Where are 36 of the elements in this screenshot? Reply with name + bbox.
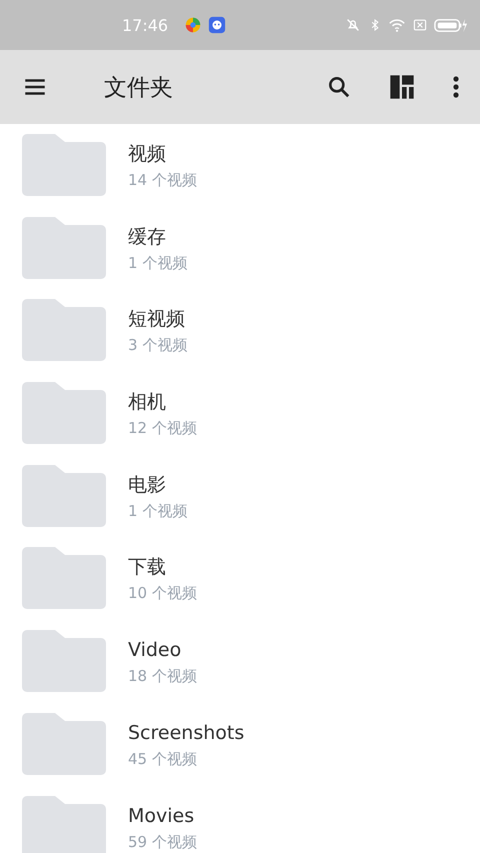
folder-icon — [22, 796, 106, 853]
search-icon — [326, 74, 352, 100]
folder-icon — [22, 299, 106, 362]
folder-name[interactable]: 相机 — [128, 390, 197, 414]
video-count: 59 个视频 — [128, 832, 197, 852]
toolbar-title: 文件夹 — [104, 74, 173, 102]
folder-name[interactable]: 电影 — [128, 472, 188, 497]
folder-name[interactable]: Movies — [128, 804, 197, 828]
folder-icon — [22, 712, 106, 775]
folder-icon — [22, 630, 106, 692]
folder-icon — [22, 382, 106, 444]
app-icon — [184, 16, 202, 34]
folder-name[interactable]: Screenshots — [128, 720, 244, 745]
video-count: 1 个视频 — [128, 500, 188, 521]
video-count: 45 个视频 — [128, 748, 198, 769]
folder-icon — [22, 134, 106, 196]
video-count: 1 个视频 — [128, 252, 188, 273]
more-vertical-icon — [452, 74, 460, 100]
folder-name[interactable]: 下载 — [128, 555, 197, 580]
folder-name[interactable]: 短视频 — [128, 307, 188, 332]
folder-icon — [22, 216, 106, 279]
no-sim-icon — [412, 17, 428, 33]
grid-layout-icon — [388, 73, 416, 101]
folder-icon — [22, 547, 106, 610]
folder-icon — [22, 464, 106, 527]
battery-icon — [434, 16, 468, 34]
status-time: 17:46 — [122, 16, 168, 34]
chat-app-icon — [208, 16, 226, 34]
folder-name[interactable]: 缓存 — [128, 224, 188, 249]
video-count: 18 个视频 — [128, 666, 197, 686]
video-count: 10 个视频 — [128, 583, 197, 604]
video-count: 3 个视频 — [128, 335, 188, 356]
folder-name[interactable]: 视频 — [128, 142, 197, 166]
folder-name[interactable]: Video — [128, 638, 197, 662]
video-count: 14 个视频 — [128, 170, 197, 190]
video-count: 12 个视频 — [128, 418, 197, 438]
